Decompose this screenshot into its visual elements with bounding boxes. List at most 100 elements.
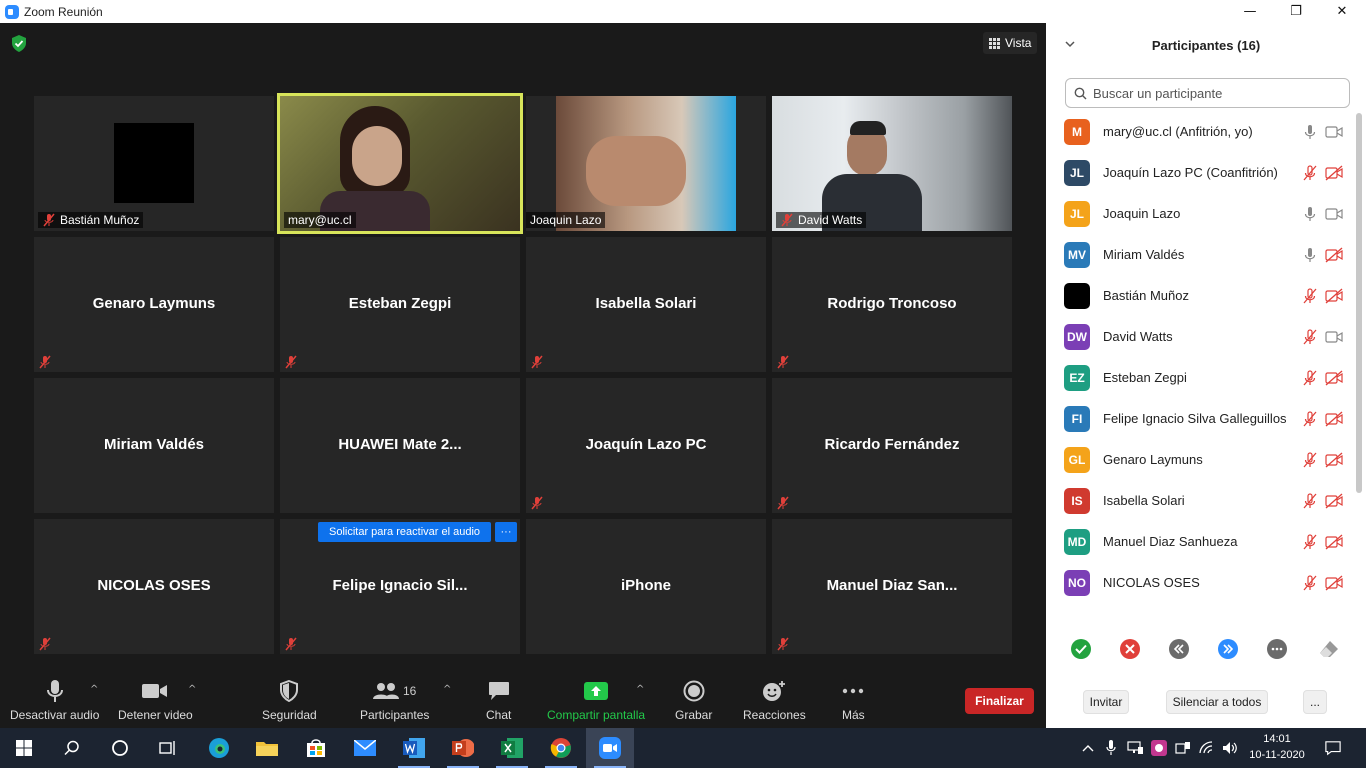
record-button[interactable]: Grabar (675, 678, 712, 722)
video-off-icon[interactable] (1325, 452, 1343, 468)
network-display-tray-icon[interactable] (1127, 740, 1143, 756)
notifications-icon[interactable] (1325, 740, 1341, 756)
microphone-tray-icon[interactable] (1103, 740, 1119, 756)
audio-options-caret[interactable]: ^ (90, 684, 98, 695)
volume-icon[interactable] (1222, 740, 1238, 756)
video-tile-active[interactable]: mary@uc.cl (277, 93, 523, 234)
cortana-button[interactable] (96, 728, 144, 768)
minimize-button[interactable]: — (1227, 0, 1273, 23)
video-off-icon[interactable] (1325, 493, 1343, 509)
video-camera-icon[interactable] (1325, 206, 1343, 222)
mic-muted-icon[interactable] (1302, 328, 1318, 345)
participant-row[interactable]: FI Felipe Ignacio Silva Galleguillos (1046, 398, 1354, 439)
participant-row[interactable]: IS Isabella Solari (1046, 480, 1354, 521)
microphone-icon[interactable] (1302, 247, 1318, 263)
mute-audio-button[interactable]: Desactivar audio (10, 678, 99, 722)
video-tile[interactable]: Genaro Laymuns (34, 237, 274, 372)
video-tile[interactable]: iPhone (526, 519, 766, 654)
share-options-caret[interactable]: ^ (636, 684, 644, 695)
close-button[interactable]: ✕ (1319, 0, 1365, 23)
video-tile[interactable]: NICOLAS OSES (34, 519, 274, 654)
video-off-icon[interactable] (1325, 165, 1343, 181)
eraser-icon[interactable] (1319, 639, 1339, 659)
taskbar-excel[interactable] (488, 728, 536, 768)
video-tile[interactable]: Rodrigo Troncoso (772, 237, 1012, 372)
mic-muted-icon[interactable] (1302, 533, 1318, 550)
mic-muted-icon[interactable] (1302, 492, 1318, 509)
more-button[interactable]: Más (842, 678, 865, 722)
faster-icon[interactable] (1218, 639, 1238, 659)
video-off-icon[interactable] (1325, 370, 1343, 386)
mic-muted-icon[interactable] (1302, 287, 1318, 304)
video-tile[interactable]: HUAWEI Mate 2... (280, 378, 520, 513)
reactions-button[interactable]: Reacciones (743, 678, 806, 722)
participant-row[interactable]: Bastián Muñoz (1046, 275, 1354, 316)
video-tile[interactable]: David Watts (772, 96, 1012, 231)
search-field[interactable] (1065, 78, 1350, 108)
battery-tray-icon[interactable] (1175, 740, 1191, 756)
mic-muted-icon[interactable] (1302, 369, 1318, 386)
video-off-icon[interactable] (1325, 288, 1343, 304)
participant-row[interactable]: EZ Esteban Zegpi (1046, 357, 1354, 398)
taskbar-search-button[interactable] (48, 728, 96, 768)
participant-row[interactable]: DW David Watts (1046, 316, 1354, 357)
video-tile[interactable]: Bastián Muñoz (34, 96, 274, 231)
video-off-icon[interactable] (1325, 575, 1343, 591)
taskbar-mail[interactable] (341, 728, 389, 768)
microphone-icon[interactable] (1302, 124, 1318, 140)
invite-button[interactable]: Invitar (1083, 690, 1129, 714)
no-x-icon[interactable] (1120, 639, 1140, 659)
participant-row[interactable]: GL Genaro Laymuns (1046, 439, 1354, 480)
more-feedback-icon[interactable] (1267, 639, 1287, 659)
video-tile[interactable]: Joaquín Lazo PC (526, 378, 766, 513)
participants-options-caret[interactable]: ^ (443, 684, 451, 695)
scrollbar[interactable] (1356, 113, 1362, 493)
mic-muted-icon[interactable] (1302, 164, 1318, 181)
wifi-icon[interactable] (1199, 740, 1215, 756)
stop-video-button[interactable]: Detener video (118, 678, 193, 722)
mic-muted-icon[interactable] (1302, 574, 1318, 591)
taskbar-store[interactable] (292, 728, 340, 768)
participant-row[interactable]: JL Joaquin Lazo (1046, 193, 1354, 234)
slower-icon[interactable] (1169, 639, 1189, 659)
video-off-icon[interactable] (1325, 411, 1343, 427)
mute-all-button[interactable]: Silenciar a todos (1166, 690, 1268, 714)
mic-muted-icon[interactable] (1302, 451, 1318, 468)
taskbar-zoom[interactable] (586, 728, 634, 768)
show-hidden-icons-chevron-icon[interactable] (1080, 740, 1096, 756)
app-tray-icon[interactable] (1151, 740, 1167, 756)
video-camera-icon[interactable] (1325, 124, 1343, 140)
task-view-button[interactable] (144, 728, 192, 768)
participant-row[interactable]: Mmary@uc.cl (Anfitrión, yo) (1046, 111, 1354, 152)
participant-row[interactable]: MD Manuel Diaz Sanhueza (1046, 521, 1354, 562)
video-tile[interactable]: Joaquin Lazo (526, 96, 766, 231)
mic-muted-icon[interactable] (1302, 410, 1318, 427)
video-off-icon[interactable] (1325, 247, 1343, 263)
security-shield-icon[interactable] (11, 35, 27, 52)
video-camera-icon[interactable] (1325, 329, 1343, 345)
video-tile[interactable]: Esteban Zegpi (280, 237, 520, 372)
participants-button[interactable]: 16 Participantes (360, 678, 429, 722)
participant-row[interactable]: NO NICOLAS OSES (1046, 562, 1354, 603)
end-meeting-button[interactable]: Finalizar (965, 688, 1034, 714)
video-off-icon[interactable] (1325, 534, 1343, 550)
start-button[interactable] (0, 728, 48, 768)
chat-button[interactable]: Chat (486, 678, 511, 722)
participant-row[interactable]: MV Miriam Valdés (1046, 234, 1354, 275)
request-unmute-button[interactable]: Solicitar para reactivar el audio (318, 522, 491, 542)
video-tile[interactable]: Manuel Diaz San... (772, 519, 1012, 654)
microphone-icon[interactable] (1302, 206, 1318, 222)
security-button[interactable]: Seguridad (262, 678, 317, 722)
participant-row[interactable]: JL Joaquín Lazo PC (Coanfitrión) (1046, 152, 1354, 193)
taskbar-clock[interactable]: 14:01 10-11-2020 (1247, 731, 1307, 763)
video-tile[interactable]: Miriam Valdés (34, 378, 274, 513)
video-options-caret[interactable]: ^ (188, 684, 196, 695)
video-tile[interactable]: Ricardo Fernández (772, 378, 1012, 513)
taskbar-edge[interactable] (195, 728, 243, 768)
taskbar-powerpoint[interactable] (439, 728, 487, 768)
search-input[interactable] (1093, 85, 1333, 101)
maximize-button[interactable]: ❐ (1273, 0, 1319, 23)
request-more-button[interactable]: ··· (495, 522, 517, 542)
panel-more-button[interactable]: ... (1303, 690, 1327, 714)
taskbar-chrome[interactable] (537, 728, 585, 768)
